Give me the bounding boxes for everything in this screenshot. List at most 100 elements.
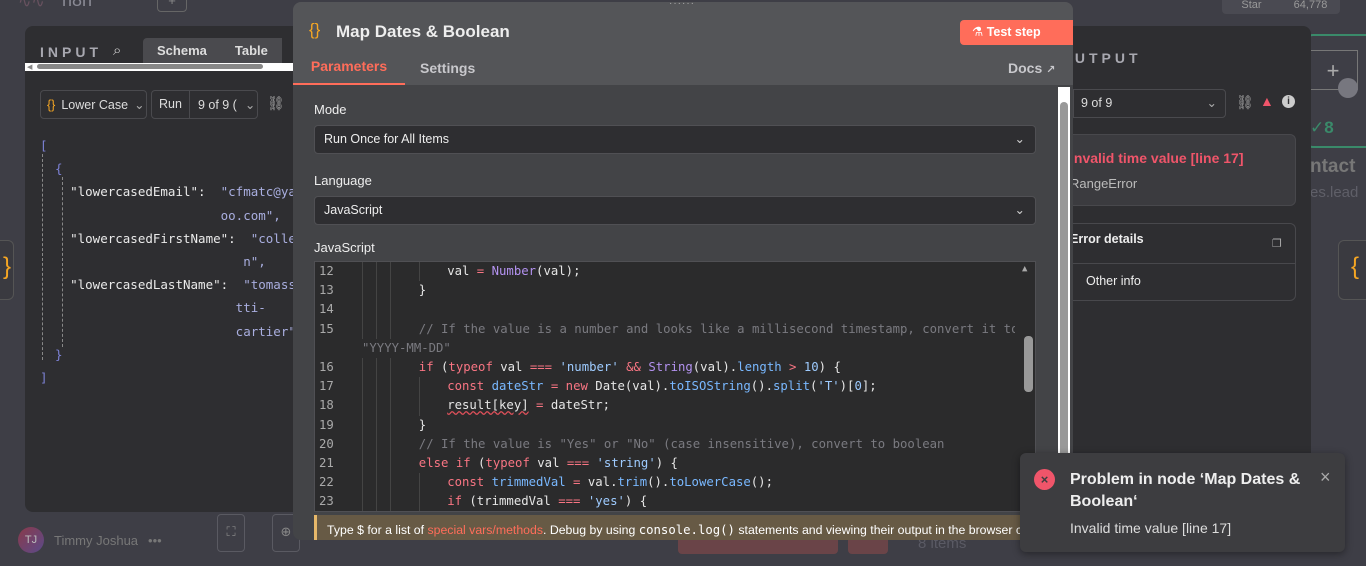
run-value: 9 of 9 ( <box>197 97 237 112</box>
json-token: [ <box>40 138 48 153</box>
scrollbar-thumb[interactable] <box>37 64 263 69</box>
indent-guide <box>376 357 378 378</box>
chevron-down-icon: ⌄ <box>244 98 256 112</box>
hint-text: . Debug by using <box>543 523 639 537</box>
user-name: Timmy Joshua <box>54 532 139 548</box>
user-menu[interactable]: TJ Timmy Joshua ••• <box>18 527 162 553</box>
language-select[interactable]: JavaScript ⌄ <box>314 196 1036 225</box>
indent-guide <box>362 281 363 301</box>
code-token: new <box>565 379 588 394</box>
output-run-value: 9 of 9 <box>1081 96 1113 110</box>
add-workflow-button[interactable]: + <box>157 0 187 12</box>
code-text: val = Number(val); <box>447 262 580 281</box>
code-token: (). <box>750 379 773 394</box>
more-icon[interactable]: ••• <box>148 533 162 548</box>
close-icon[interactable]: × <box>1320 467 1331 488</box>
json-token: "lowercasedEmail": <box>40 184 206 200</box>
code-text: const trimmedVal = val.trim().toLowerCas… <box>447 473 773 492</box>
json-line: "lowercasedLastName": "tomass <box>40 273 296 296</box>
indent-guide <box>362 434 363 454</box>
code-token: (val); <box>536 264 581 278</box>
special-vars-link[interactable]: special vars/methods <box>427 523 543 537</box>
contact-count: 8 <box>1324 118 1334 137</box>
json-token: oo.com", <box>40 207 281 223</box>
docs-link[interactable]: Docs ↗ <box>1008 60 1055 76</box>
tab-settings[interactable]: Settings <box>420 60 475 76</box>
indent-guide <box>362 396 363 416</box>
code-token: if <box>447 494 462 509</box>
input-run-select[interactable]: Run 9 of 9 (⌄ <box>151 90 258 119</box>
code-line: 14 <box>315 300 1015 320</box>
input-node-select[interactable]: {} Lower Case ⌄ <box>40 90 147 119</box>
horizontal-scrollbar[interactable]: ◀ <box>25 63 295 71</box>
indent-guide <box>362 319 363 339</box>
code-braces-icon: {} <box>309 20 321 39</box>
code-token: const <box>447 379 485 394</box>
code-editor[interactable]: 12 val = Number(val); 13} 14 15// If the val… <box>314 261 1036 512</box>
code-token: dateStr; <box>550 398 611 413</box>
indent-guide <box>418 492 420 511</box>
info-icon[interactable]: i <box>1282 95 1295 108</box>
json-line: cartier" <box>40 320 296 343</box>
chevron-down-icon: ⌄ <box>134 98 145 112</box>
code-text: } <box>419 416 426 435</box>
code-token: toISOString <box>669 379 751 394</box>
error-toast: × Problem in node ‘Map Dates & Boolean‘ … <box>1020 453 1345 552</box>
code-token: 10 <box>803 359 819 374</box>
mode-select[interactable]: Run Once for All Items ⌄ <box>314 125 1036 154</box>
code-text: if (trimmedVal === 'yes') { <box>447 492 647 511</box>
code-token: length <box>737 359 782 374</box>
json-line: "lowercasedFirstName": "colle <box>40 227 296 250</box>
fit-view-button[interactable]: ⛶ <box>217 514 245 552</box>
node-details-modal: ······ {} Map Dates & Boolean ⚗ Test ste… <box>293 2 1073 540</box>
logo-text: n8n <box>62 0 93 10</box>
code-line: 18 result[key] = dateStr; <box>315 396 1015 416</box>
editor-scrollbar-thumb[interactable] <box>1024 336 1033 392</box>
scroll-up-icon[interactable]: ▲ <box>1022 264 1027 274</box>
node-connector-handle[interactable] <box>1338 78 1358 98</box>
indent-guide <box>390 319 392 339</box>
code-token: ( <box>470 455 486 470</box>
json-line: } <box>40 343 296 366</box>
line-number: 18 <box>319 398 334 413</box>
docs-label: Docs <box>1008 60 1043 76</box>
code-token: trim <box>617 475 648 490</box>
unlink-icon[interactable]: ⛓ <box>267 95 285 112</box>
unlink-icon[interactable]: ⛓ <box>1236 94 1254 111</box>
code-token: typeof <box>485 455 530 470</box>
mode-label: Mode <box>314 102 347 117</box>
code-text: "YYYY-MM-DD" <box>362 339 451 358</box>
tab-schema[interactable]: Schema <box>143 38 221 63</box>
test-step-button[interactable]: ⚗ Test step <box>960 20 1073 45</box>
node-title[interactable]: Map Dates & Boolean <box>336 22 510 42</box>
drag-handle[interactable]: ······ <box>669 2 695 9</box>
code-token: const <box>447 475 485 490</box>
indent-guide <box>390 281 392 301</box>
other-info-toggle[interactable]: Other info <box>1086 274 1141 288</box>
indent-guide <box>390 300 392 320</box>
tab-parameters[interactable]: Parameters <box>293 58 405 85</box>
code-token: 'number' <box>552 359 627 374</box>
canvas-node-code[interactable]: } <box>0 240 14 300</box>
copy-icon[interactable]: ❐ <box>1272 237 1282 250</box>
code-token: 'string' <box>589 455 656 470</box>
code-line: 15 // If the value is a number and looks … <box>315 319 1018 339</box>
n8n-logo-icon[interactable]: ∿∿ <box>18 0 45 12</box>
input-title: INPUT <box>40 44 102 60</box>
tab-table[interactable]: Table <box>221 38 282 63</box>
contact-node-title: ntact <box>1310 156 1356 177</box>
scroll-left-icon[interactable]: ◀ <box>27 63 32 71</box>
code-token: String <box>640 359 693 374</box>
canvas-node-code-right[interactable]: { <box>1338 240 1366 300</box>
code-token: val <box>492 359 530 374</box>
code-line: "YYYY-MM-DD" <box>315 339 1015 358</box>
code-token: = <box>565 475 588 490</box>
json-line: { <box>40 157 296 180</box>
github-star-button[interactable]: Star 64,778 <box>1222 0 1340 14</box>
error-circle-icon: × <box>1034 469 1055 490</box>
indent-guide <box>362 415 363 435</box>
code-token: split <box>772 379 811 394</box>
code-lines: 12 val = Number(val); 13} 14 15// If the val… <box>315 262 1018 511</box>
search-icon[interactable]: ⌕ <box>113 42 121 59</box>
code-braces-icon: {} <box>47 97 56 112</box>
